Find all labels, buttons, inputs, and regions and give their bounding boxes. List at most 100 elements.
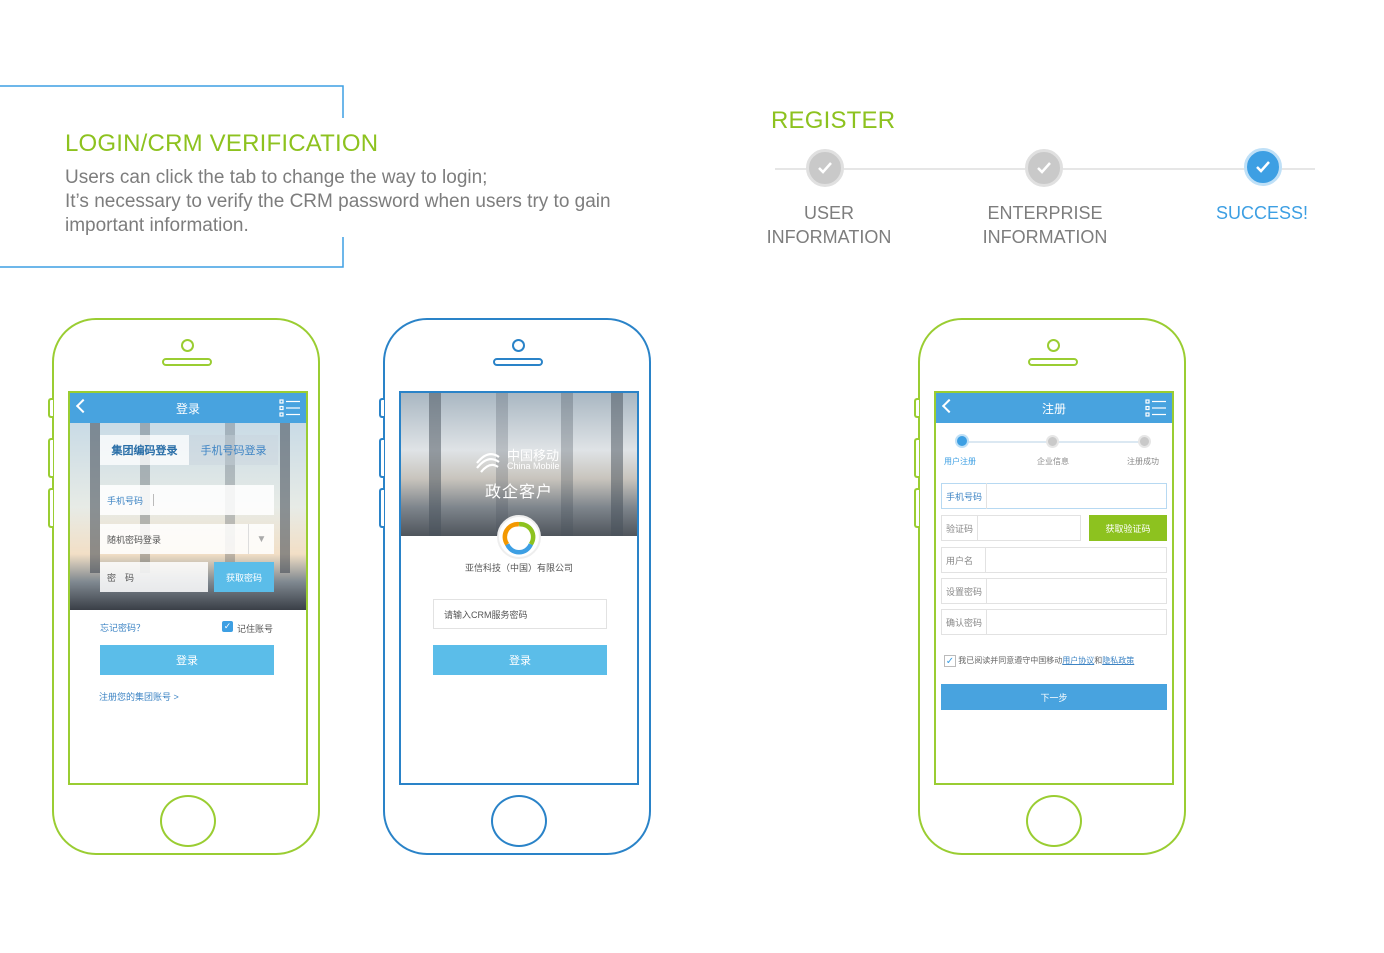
home-button[interactable] <box>491 795 547 847</box>
camera-icon <box>1047 339 1060 352</box>
remember-account-label: 记住账号 <box>237 624 274 634</box>
phone-login-screen: 登录 集团编码登录 手机号码登录 手机号码 随机密码登录 ▼ 密 码 获取密码 … <box>68 391 308 785</box>
register-step-3-label: 注册成功 <box>1127 457 1159 466</box>
login-section-title: LOGIN/CRM VERIFICATION <box>65 130 379 157</box>
list-menu-icon[interactable] <box>279 399 301 417</box>
login-mode-select[interactable]: 随机密码登录 ▼ <box>100 524 274 554</box>
back-arrow-icon[interactable] <box>941 398 957 414</box>
side-button-volume-down <box>48 488 53 528</box>
phone-crm-mockup: 中国移动 China Mobile 政企客户 亚信科技（中国）有限公司 请输入C… <box>379 318 651 855</box>
description-line-3: important information. <box>65 215 249 236</box>
register-password-label: 设置密码 <box>946 586 983 597</box>
list-menu-icon[interactable] <box>1145 399 1167 417</box>
register-appbar-title: 注册 <box>1041 401 1066 416</box>
register-confirm-password-label: 确认密码 <box>946 617 983 628</box>
register-step-1-dot <box>955 434 969 448</box>
get-code-button[interactable]: 获取验证码 <box>1089 515 1167 541</box>
enterprise-subtitle: 政企客户 <box>485 484 554 501</box>
step-1-label: USER INFORMATION <box>766 201 892 249</box>
step-2-check-icon <box>1025 149 1063 187</box>
register-appbar: 注册 <box>936 393 1172 423</box>
register-step-2-label: 企业信息 <box>1037 457 1069 466</box>
privacy-policy-link[interactable]: 隐私政策 <box>1102 656 1134 665</box>
user-agreement-link[interactable]: 用户协议 <box>1062 656 1094 665</box>
register-confirm-password-field[interactable]: 确认密码 <box>941 609 1167 635</box>
step-3-label-line1: SUCCESS! <box>1215 203 1309 223</box>
side-button-volume-down <box>914 488 919 528</box>
phone-register-mockup: 注册 用户注册 企业信息 注册成功 手机号码 验证码 获取验证码 用户名 设置密… <box>914 318 1186 855</box>
side-button-volume-up <box>48 438 53 478</box>
field-separator <box>153 494 155 506</box>
login-tabs: 集团编码登录 手机号码登录 <box>100 435 278 465</box>
description-line-2: It’s necessary to verify the CRM passwor… <box>65 191 611 212</box>
register-code-field[interactable]: 验证码 <box>941 515 1081 541</box>
back-arrow-icon[interactable] <box>75 398 91 414</box>
register-section-title: REGISTER <box>771 107 896 134</box>
window-frame <box>611 393 623 536</box>
step-3-check-icon <box>1244 148 1282 186</box>
field-separator <box>977 515 979 541</box>
phone-crm-screen: 中国移动 China Mobile 政企客户 亚信科技（中国）有限公司 请输入C… <box>399 391 639 785</box>
description-line-1: Users can click the tab to change the wa… <box>65 167 488 188</box>
forgot-password-link[interactable]: 忘记密码？ <box>100 621 145 634</box>
password-field[interactable]: 密 码 <box>100 562 208 592</box>
home-button[interactable] <box>160 795 216 847</box>
crm-login-button[interactable]: 登录 <box>433 645 607 675</box>
tab-phone-login[interactable]: 手机号码登录 <box>189 435 278 465</box>
register-username-label: 用户名 <box>946 555 974 566</box>
password-label: 密 码 <box>107 572 135 583</box>
register-step-1-label: 用户注册 <box>944 457 976 466</box>
step-1-check-icon <box>806 149 844 187</box>
design-board: LOGIN/CRM VERIFICATION Users can click t… <box>0 0 1384 953</box>
side-button-volume-up <box>379 438 384 478</box>
field-separator <box>986 483 988 509</box>
step-1-label-line2: INFORMATION <box>766 227 892 247</box>
side-button-mute <box>914 398 919 418</box>
register-phone-field[interactable]: 手机号码 <box>941 483 1167 509</box>
remember-checkbox[interactable]: ✓ <box>222 621 233 632</box>
register-username-field[interactable]: 用户名 <box>941 547 1167 573</box>
agreement-row: ✓ 我已阅读并同意遵守中国移动用户协议和隐私政策 <box>944 655 1134 667</box>
speaker-slot <box>493 358 543 366</box>
home-button[interactable] <box>1026 795 1082 847</box>
window-frame <box>561 393 573 536</box>
app-logo-icon <box>497 515 541 559</box>
company-name: 亚信科技（中国）有限公司 <box>464 563 573 573</box>
window-frame <box>429 393 441 536</box>
camera-icon <box>181 339 194 352</box>
login-appbar-title: 登录 <box>175 401 200 416</box>
field-separator <box>986 609 988 635</box>
step-2-label-line2: INFORMATION <box>982 227 1108 247</box>
window-frame <box>280 423 290 573</box>
side-button-volume-down <box>379 488 384 528</box>
side-button-mute <box>379 398 384 418</box>
next-step-button[interactable]: 下一步 <box>941 684 1167 710</box>
side-button-mute <box>48 398 53 418</box>
speaker-slot <box>1028 358 1078 366</box>
register-phone-label: 手机号码 <box>946 491 983 502</box>
side-button-volume-up <box>914 438 919 478</box>
register-account-link[interactable]: 注册您的集团账号 > <box>99 690 179 703</box>
agree-checkbox-icon[interactable]: ✓ <box>944 655 956 667</box>
window-frame <box>90 423 100 573</box>
brand-en: China Mobile <box>507 461 560 471</box>
tab-group-code-login[interactable]: 集团编码登录 <box>100 435 189 465</box>
dropdown-triangle-icon: ▼ <box>248 524 274 554</box>
login-section-description: Users can click the tab to change the wa… <box>65 166 665 238</box>
step-2-label: ENTERPRISE INFORMATION <box>982 201 1108 249</box>
phone-login-mockup: 登录 集团编码登录 手机号码登录 手机号码 随机密码登录 ▼ 密 码 获取密码 … <box>48 318 320 855</box>
phone-number-field[interactable]: 手机号码 <box>100 485 274 515</box>
get-password-button[interactable]: 获取密码 <box>214 562 274 592</box>
agree-text: 我已阅读并同意遵守中国移动 <box>958 656 1063 666</box>
crm-password-input[interactable]: 请输入CRM服务密码 <box>433 599 607 629</box>
login-appbar: 登录 <box>70 393 306 423</box>
register-step-2-dot <box>1046 435 1059 448</box>
step-3-label: SUCCESS! <box>1212 201 1312 225</box>
speaker-slot <box>162 358 212 366</box>
step-1-label-line1: USER <box>803 203 854 223</box>
step-2-label-line1: ENTERPRISE <box>987 203 1103 223</box>
camera-icon <box>512 339 525 352</box>
register-password-field[interactable]: 设置密码 <box>941 578 1167 604</box>
login-mode-value: 随机密码登录 <box>107 534 162 545</box>
login-button[interactable]: 登录 <box>100 645 274 675</box>
